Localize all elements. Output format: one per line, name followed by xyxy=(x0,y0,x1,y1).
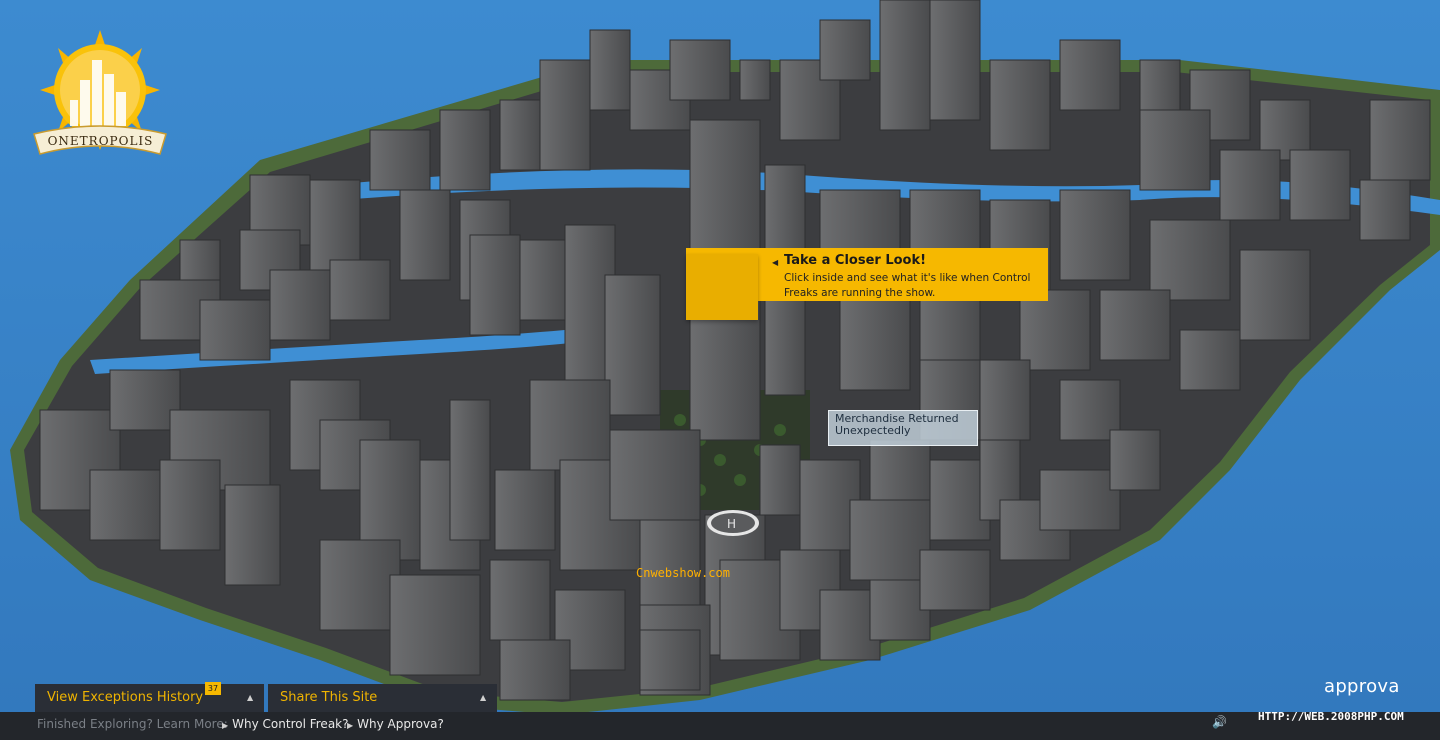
logo-wordmark: ONETROPOLIS xyxy=(47,134,154,148)
callout-arrow-icon: ◀ xyxy=(772,258,779,267)
view-exceptions-history-label: View Exceptions History xyxy=(47,690,204,705)
onetropolis-logo[interactable]: ONETROPOLIS xyxy=(28,30,173,165)
why-approva-label: Why Approva? xyxy=(357,717,444,731)
speaker-icon[interactable]: 🔊 xyxy=(1212,715,1227,729)
why-approva-link[interactable]: ▶ Why Approva? xyxy=(347,717,444,731)
link-arrow-icon: ▶ xyxy=(347,721,354,730)
share-this-site-tab[interactable]: Share This Site ▲ xyxy=(268,684,497,712)
city-map[interactable]: H xyxy=(0,0,1440,740)
caret-up-icon: ▲ xyxy=(247,693,254,702)
why-control-freak-link[interactable]: ▶ Why Control Freak? xyxy=(222,717,349,731)
callout-tab[interactable] xyxy=(686,254,758,320)
callout-title[interactable]: Take a Closer Look! xyxy=(784,253,926,268)
map-hotspot-label[interactable]: Merchandise Returned Unexpectedly xyxy=(835,413,975,437)
caret-up-icon: ▲ xyxy=(480,693,487,702)
watermark-text: Cnwebshow.com xyxy=(636,566,730,580)
link-arrow-icon: ▶ xyxy=(222,721,229,730)
why-control-freak-label: Why Control Freak? xyxy=(232,717,349,731)
approva-logo[interactable]: approva xyxy=(1324,676,1400,697)
share-this-site-label: Share This Site xyxy=(280,690,378,705)
callout-body: Click inside and see what it's like when… xyxy=(784,272,1031,299)
exceptions-count-badge: 37 xyxy=(205,682,221,695)
learn-more-prompt: Finished Exploring? Learn More: xyxy=(37,717,228,731)
svg-text:H: H xyxy=(727,517,736,531)
view-exceptions-history-tab[interactable]: View Exceptions History 37 ▲ xyxy=(35,682,264,712)
site-watermark: HTTP://WEB.2008PHP.COM xyxy=(1258,710,1404,723)
